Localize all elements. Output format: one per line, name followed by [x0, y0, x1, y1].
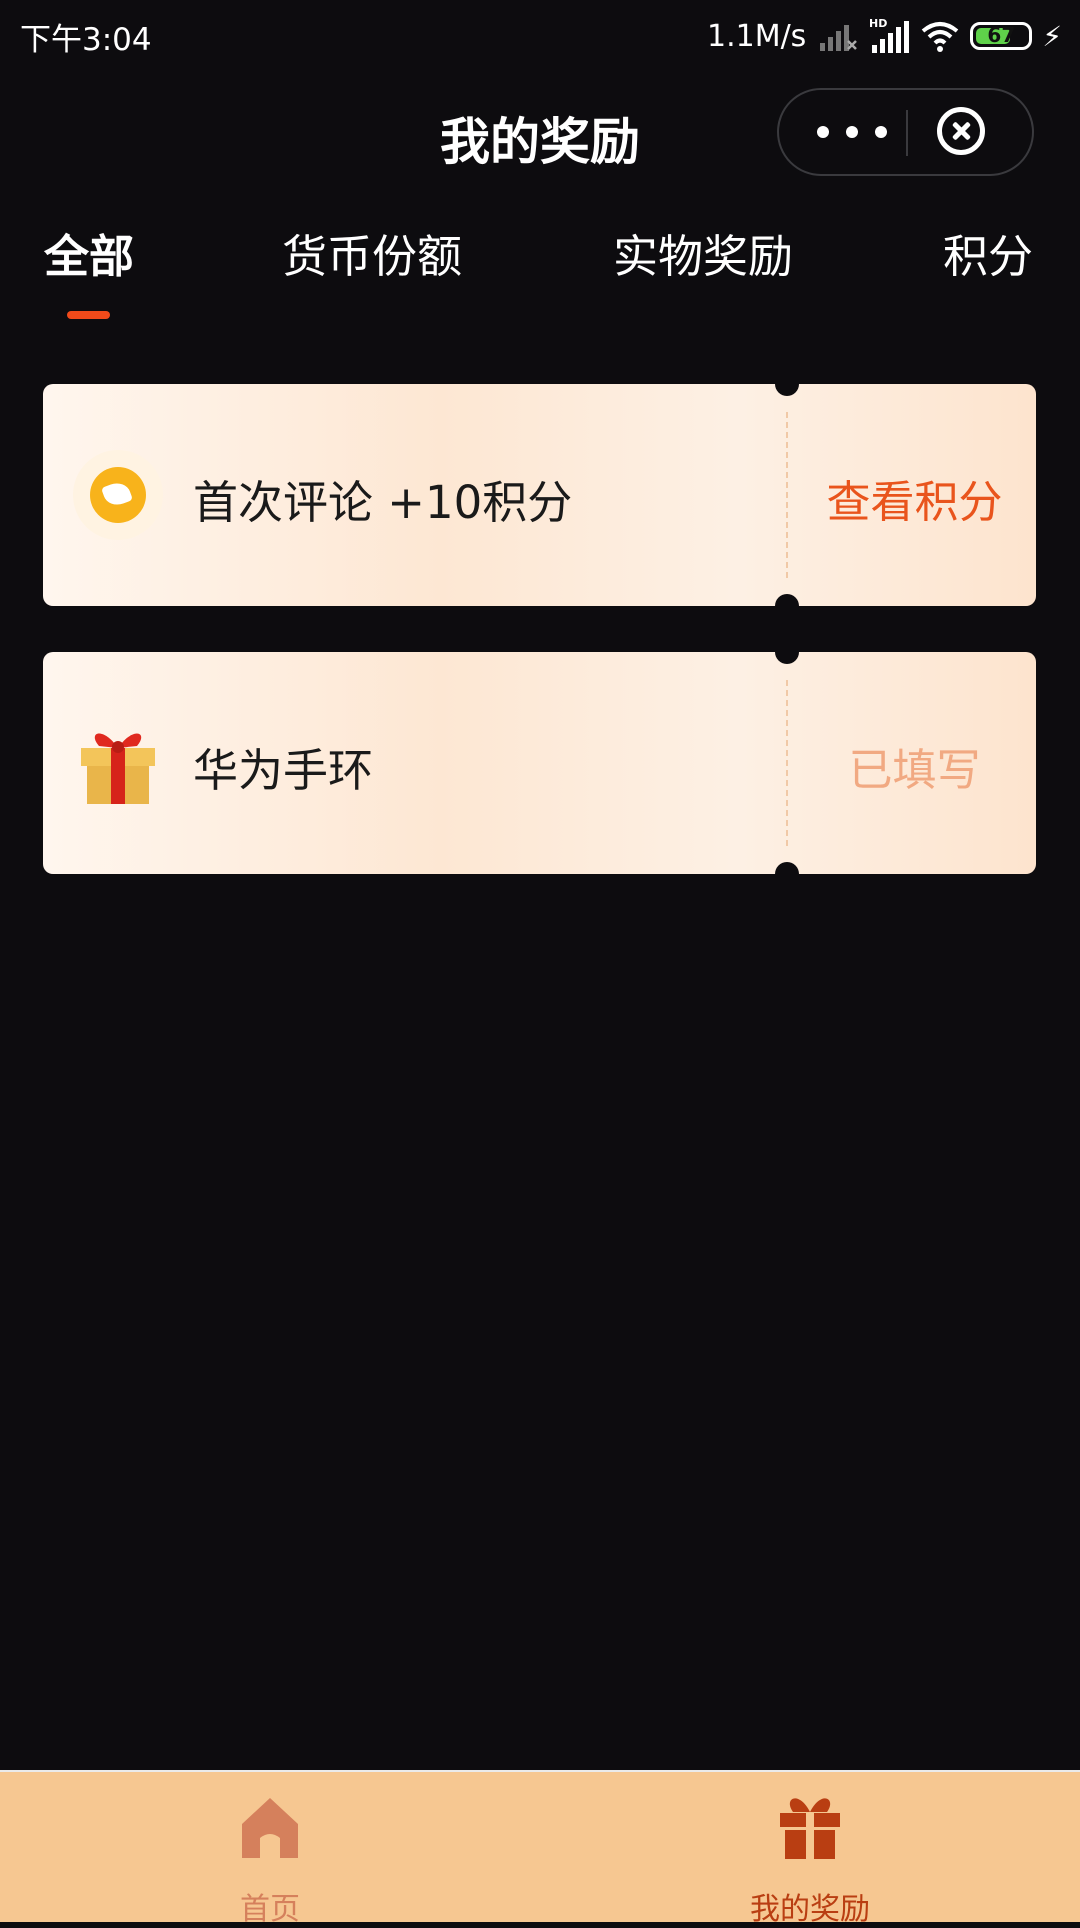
wifi-icon — [922, 22, 959, 52]
mini-program-capsule — [777, 88, 1034, 176]
nav-my-rewards[interactable]: 我的奖励 — [660, 1790, 960, 1927]
active-tab-indicator — [67, 311, 110, 319]
home-icon — [242, 1798, 298, 1858]
reward-card: 华为手环 已填写 — [43, 652, 1036, 874]
tab-all[interactable]: 全部 — [44, 220, 134, 285]
nav-my-rewards-label: 我的奖励 — [750, 1892, 870, 1927]
capsule-divider — [906, 110, 908, 156]
card-divider — [786, 412, 788, 578]
nav-home-label: 首页 — [240, 1892, 300, 1927]
gift-icon — [780, 1798, 840, 1859]
reward-title: 华为手环 — [193, 744, 374, 797]
filled-status-button[interactable]: 已填写 — [793, 734, 1036, 798]
status-bar: 下午3:04 1.1M/s HD 67 ⚡ — [0, 0, 1080, 72]
signal-weak-icon — [820, 25, 858, 51]
hd-label: HD — [869, 17, 887, 30]
battery-icon: 67 — [970, 22, 1033, 50]
card-divider — [786, 680, 788, 846]
reward-card: 首次评论 +10积分 查看积分 — [43, 384, 1036, 606]
reward-title: 首次评论 +10积分 — [193, 476, 573, 529]
view-points-button[interactable]: 查看积分 — [793, 466, 1036, 530]
close-icon[interactable] — [937, 107, 985, 155]
tab-currency-share[interactable]: 货币份额 — [282, 220, 462, 285]
more-icon[interactable] — [817, 112, 887, 152]
tab-physical-rewards[interactable]: 实物奖励 — [613, 220, 793, 285]
bottom-nav: 首页 我的奖励 — [0, 1770, 1080, 1927]
gift-box-icon — [73, 718, 163, 808]
status-icons: 1.1M/s HD 67 ⚡ — [707, 14, 1062, 58]
tab-points[interactable]: 积分 — [943, 220, 1033, 285]
tab-bar: 全部 货币份额 实物奖励 积分 — [0, 210, 1080, 330]
nav-home[interactable]: 首页 — [120, 1790, 420, 1927]
status-time: 下午3:04 — [20, 22, 152, 58]
points-coin-icon — [73, 450, 163, 540]
network-speed: 1.1M/s — [706, 18, 807, 54]
charging-icon: ⚡ — [1042, 19, 1062, 53]
battery-level: 67 — [987, 23, 1016, 47]
header: 我的奖励 — [0, 72, 1080, 192]
signal-hd-icon: HD — [869, 17, 910, 53]
